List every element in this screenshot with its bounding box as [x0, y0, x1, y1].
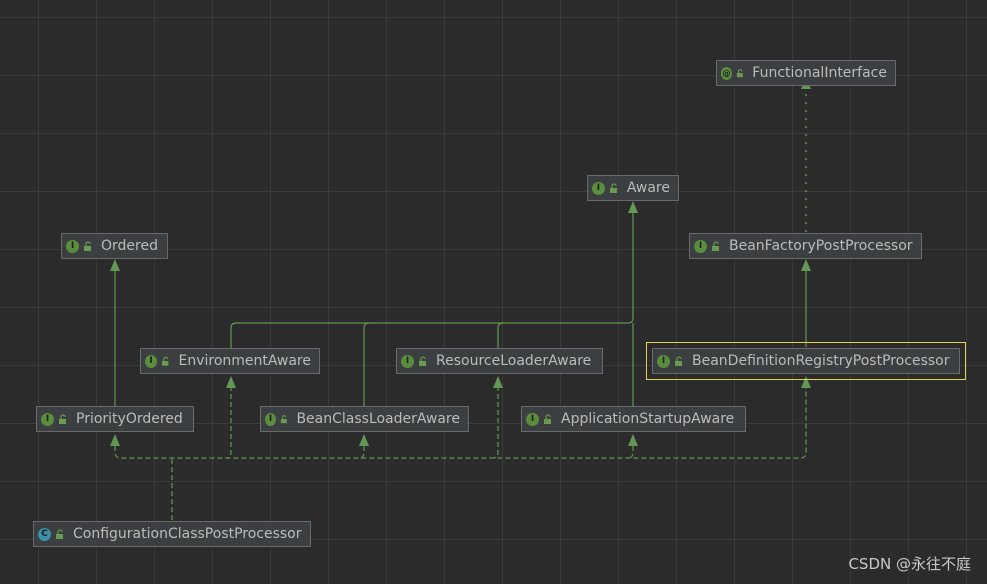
node-label: BeanFactoryPostProcessor [729, 238, 913, 254]
edge-resourceloaderaware-aware [497, 322, 504, 348]
unlock-icon [736, 69, 743, 78]
node-functional-interface[interactable]: @ FunctionalInterface [716, 60, 896, 86]
inheritance-edges [110, 78, 811, 520]
node-label: EnvironmentAware [178, 353, 312, 369]
interface-icon: I [265, 412, 276, 426]
unlock-icon [544, 414, 551, 424]
node-label: ConfigurationClassPostProcessor [73, 526, 302, 542]
interface-icon: I [41, 412, 54, 426]
node-priority-ordered[interactable]: I PriorityOrdered [36, 406, 194, 432]
node-environment-aware[interactable]: I EnvironmentAware [140, 348, 320, 374]
node-label: BeanDefinitionRegistryPostProcessor [692, 353, 950, 369]
interface-icon: I [526, 412, 539, 426]
unlock-icon [59, 414, 66, 424]
unlock-icon [609, 183, 617, 193]
interface-icon: I [657, 354, 670, 368]
unlock-icon [84, 241, 91, 251]
node-application-startup-aware[interactable]: I ApplicationStartupAware [521, 406, 746, 432]
node-bean-class-loader-aware[interactable]: I BeanClassLoaderAware [260, 406, 469, 432]
node-configuration-class-post-processor[interactable]: C ConfigurationClassPostProcessor [33, 521, 311, 547]
class-icon: C [38, 527, 51, 541]
node-label: Ordered [101, 238, 158, 254]
node-label: FunctionalInterface [752, 65, 887, 81]
node-bean-definition-registry-post-processor[interactable]: I BeanDefinitionRegistryPostProcessor [646, 342, 966, 380]
annotation-icon: @ [721, 66, 732, 80]
edge-aware-bus [230, 210, 634, 348]
interface-icon: I [401, 354, 414, 368]
unlock-icon [162, 356, 169, 366]
node-label: ResourceLoaderAware [436, 353, 592, 369]
node-bean-factory-post-processor[interactable]: I BeanFactoryPostProcessor [689, 233, 922, 259]
unlock-icon [712, 241, 719, 251]
interface-icon: I [145, 354, 158, 368]
interface-icon: I [694, 239, 707, 253]
node-aware[interactable]: I Aware [587, 175, 679, 201]
interface-icon: I [66, 239, 79, 253]
node-label: Aware [626, 180, 670, 196]
unlock-icon [56, 529, 63, 539]
interface-icon: I [592, 181, 605, 195]
unlock-icon [280, 415, 287, 424]
node-label: BeanClassLoaderAware [296, 411, 460, 427]
edge-beanclassloaderaware-aware [363, 322, 370, 406]
arrow-heads [110, 78, 811, 446]
unlock-icon [675, 356, 682, 366]
node-label: ApplicationStartupAware [561, 411, 735, 427]
watermark: CSDN @永往不庭 [848, 555, 971, 573]
node-ordered[interactable]: I Ordered [61, 233, 168, 259]
node-resource-loader-aware[interactable]: I ResourceLoaderAware [396, 348, 603, 374]
node-label: PriorityOrdered [76, 411, 183, 427]
unlock-icon [419, 356, 426, 366]
